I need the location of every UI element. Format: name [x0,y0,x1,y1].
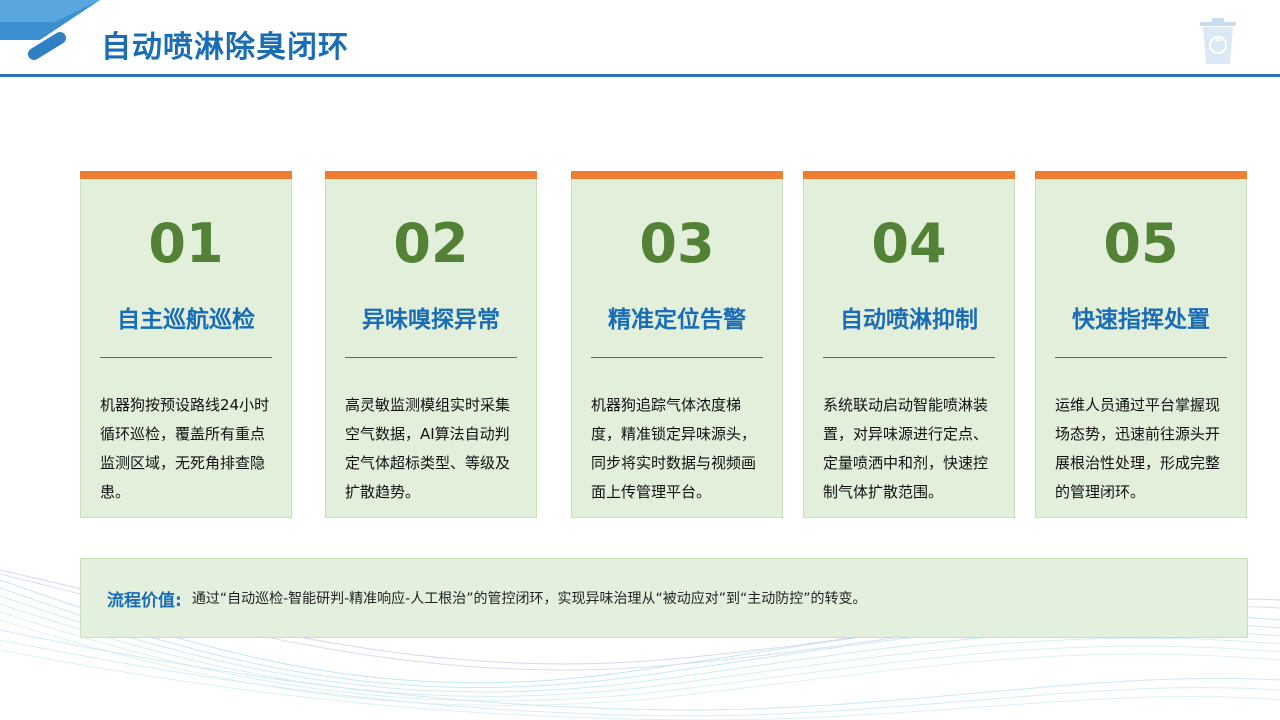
step-number: 01 [148,212,224,275]
card-accent-bar [80,171,292,179]
diagonal-stripes-icon [0,0,100,60]
card-accent-bar [325,171,537,179]
step-title: 精准定位告警 [608,307,746,333]
card-accent-bar [1035,171,1247,179]
step-description: 高灵敏监测模组实时采集空气数据，AI算法自动判定气体超标类型、等级及扩散趋势。 [345,396,511,501]
step-title: 自主巡航巡检 [117,307,255,333]
card-divider [823,357,995,358]
card-divider [1055,357,1227,358]
step-description: 机器狗按预设路线24小时循环巡检，覆盖所有重点监测区域，无死角排查隐患。 [100,396,270,501]
step-card-2: 02 异味嗅探异常 高灵敏监测模组实时采集空气数据，AI算法自动判定气体超标类型… [325,171,537,518]
step-title: 快速指挥处置 [1072,307,1210,333]
step-number: 02 [393,212,469,275]
step-card-3: 03 精准定位告警 机器狗追踪气体浓度梯度，精准锁定异味源头，同步将实时数据与视… [571,171,783,518]
step-number: 03 [639,212,715,275]
card-divider [100,357,272,358]
title-divider [0,74,1280,77]
card-accent-bar [803,171,1015,179]
step-card-1: 01 自主巡航巡检 机器狗按预设路线24小时循环巡检，覆盖所有重点监测区域，无死… [80,171,292,518]
step-card-4: 04 自动喷淋抑制 系统联动启动智能喷淋装置，对异味源进行定点、定量喷洒中和剂，… [803,171,1015,518]
process-value-text: 通过“自动巡检-智能研判-精准响应-人工根治”的管控闭环，实现异味治理从“被动应… [191,591,867,607]
card-accent-bar [571,171,783,179]
step-description: 运维人员通过平台掌握现场态势，迅速前往源头开展根治性处理，形成完整的管理闭环。 [1055,396,1221,501]
card-divider [591,357,763,358]
step-title: 异味嗅探异常 [362,307,500,333]
recycle-bin-icon [1200,18,1236,64]
process-value-bar: 流程价值: 通过“自动巡检-智能研判-精准响应-人工根治”的管控闭环，实现异味治… [80,558,1248,638]
card-divider [345,357,517,358]
step-title: 自动喷淋抑制 [840,307,978,333]
process-value-label: 流程价值: [107,590,182,611]
step-number: 05 [1103,212,1179,275]
step-card-5: 05 快速指挥处置 运维人员通过平台掌握现场态势，迅速前往源头开展根治性处理，形… [1035,171,1247,518]
page-title: 自动喷淋除臭闭环 [101,30,349,65]
step-description: 机器狗追踪气体浓度梯度，精准锁定异味源头，同步将实时数据与视频画面上传管理平台。 [591,396,757,501]
step-number: 04 [871,212,947,275]
slide: 自动喷淋除臭闭环 01 自主巡航巡检 机器狗按预设路线24小时循环巡检，覆盖所有… [0,0,1280,720]
step-description: 系统联动启动智能喷淋装置，对异味源进行定点、定量喷洒中和剂，快速控制气体扩散范围… [823,396,989,501]
